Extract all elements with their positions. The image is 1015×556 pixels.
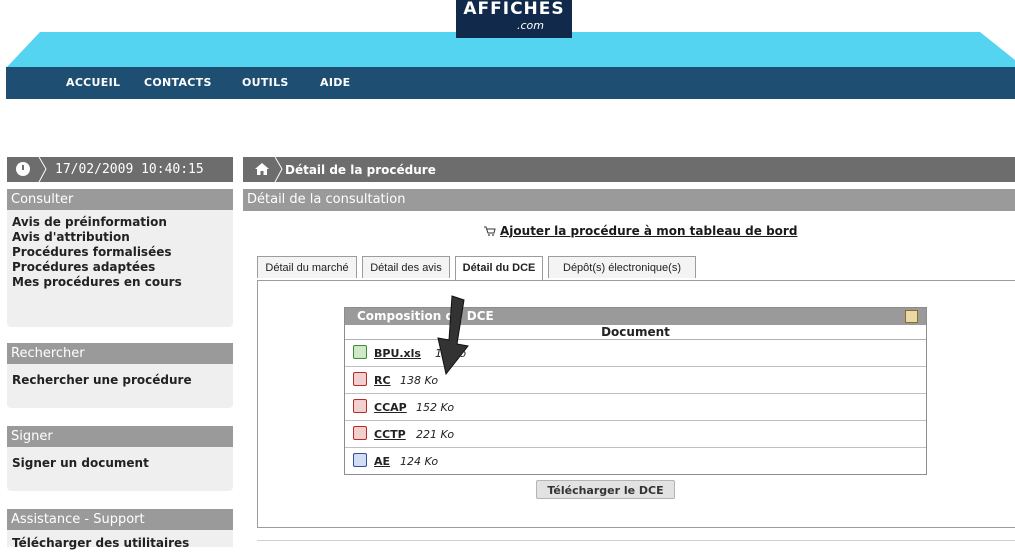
separator-chevron-icon: [274, 157, 283, 182]
sidebar-item-signer-document[interactable]: Signer un document: [12, 456, 228, 471]
sidebar-section-consulter: Consulter Avis de préinformation Avis d'…: [7, 189, 233, 327]
tab-detail-marche[interactable]: Détail du marché: [257, 256, 357, 278]
clock-icon: [16, 162, 30, 176]
divider: [257, 540, 1015, 541]
excel-file-icon: [353, 345, 367, 359]
site-logo[interactable]: AFFICHES .com: [456, 0, 572, 38]
file-size: 124 Ko: [400, 455, 439, 468]
logo-suffix: .com: [517, 19, 544, 32]
pointer-arrow-icon: [437, 295, 469, 376]
home-icon[interactable]: [255, 163, 269, 175]
sidebar-item-mes-procedures[interactable]: Mes procédures en cours: [12, 275, 228, 290]
nav-aide[interactable]: AIDE: [320, 76, 350, 89]
panel-title: Détail de la consultation: [243, 189, 1015, 211]
cart-icon: [484, 226, 496, 236]
logo-text: AFFICHES: [463, 0, 565, 19]
sidebar-item-telecharger-utilitaires[interactable]: Télécharger des utilitaires: [12, 536, 228, 551]
section-title: Signer: [7, 426, 233, 447]
word-file-icon: [353, 453, 367, 467]
tab-detail-avis[interactable]: Détail des avis: [362, 256, 450, 278]
nav-contacts[interactable]: CONTACTS: [144, 76, 212, 89]
sidebar-item-avis-attribution[interactable]: Avis d'attribution: [12, 230, 228, 245]
current-datetime: 17/02/2009 10:40:15: [55, 162, 204, 177]
section-title: Consulter: [7, 189, 233, 210]
list-item: AE 124 Ko: [345, 448, 926, 474]
list-item: CCAP 152 Ko: [345, 394, 926, 421]
sidebar-item-procedures-formalisees[interactable]: Procédures formalisées: [12, 245, 228, 260]
file-link[interactable]: CCAP: [374, 401, 407, 414]
file-link[interactable]: BPU.xls: [374, 347, 421, 360]
section-title: Rechercher: [7, 343, 233, 364]
pdf-file-icon: [353, 426, 367, 440]
zip-download-icon[interactable]: [905, 310, 918, 323]
download-dce-button[interactable]: Télécharger le DCE: [536, 480, 675, 499]
pdf-file-icon: [353, 399, 367, 413]
sidebar-item-rechercher-procedure[interactable]: Rechercher une procédure: [12, 373, 228, 388]
tab-depot-electronique[interactable]: Dépôt(s) électronique(s): [548, 256, 696, 278]
nav-accueil[interactable]: ACCUEIL: [66, 76, 120, 89]
datetime-bar: 17/02/2009 10:40:15: [7, 157, 233, 182]
file-link[interactable]: AE: [374, 455, 390, 468]
add-to-dashboard-link[interactable]: Ajouter la procédure à mon tableau de bo…: [500, 224, 797, 238]
file-size: 221 Ko: [416, 428, 455, 441]
sidebar-section-rechercher: Rechercher Rechercher une procédure: [7, 343, 233, 408]
sidebar-section-signer: Signer Signer un document: [7, 426, 233, 491]
header-banner: AFFICHES .com ACCUEIL CONTACTS OUTILS AI…: [0, 0, 1015, 100]
sidebar-section-assistance: Assistance - Support Télécharger des uti…: [7, 509, 233, 550]
list-item: CCTP 221 Ko: [345, 421, 926, 448]
section-title: Assistance - Support: [7, 509, 233, 530]
sidebar-item-procedures-adaptees[interactable]: Procédures adaptées: [12, 260, 228, 275]
nav-outils[interactable]: OUTILS: [242, 76, 289, 89]
file-link[interactable]: RC: [374, 374, 391, 387]
tab-detail-dce[interactable]: Détail du DCE: [455, 256, 543, 280]
main-nav: ACCUEIL CONTACTS OUTILS AIDE: [6, 67, 1015, 99]
breadcrumb: Détail de la procédure: [243, 157, 1015, 182]
breadcrumb-current: Détail de la procédure: [285, 163, 436, 177]
pdf-file-icon: [353, 372, 367, 386]
file-size: 152 Ko: [416, 401, 455, 414]
file-link[interactable]: CCTP: [374, 428, 406, 441]
separator-chevron-icon: [38, 157, 47, 182]
sidebar-item-avis-preinformation[interactable]: Avis de préinformation: [12, 215, 228, 230]
